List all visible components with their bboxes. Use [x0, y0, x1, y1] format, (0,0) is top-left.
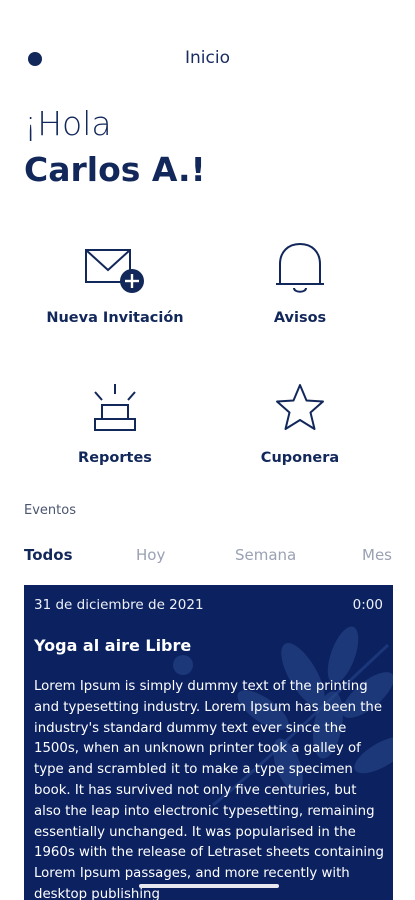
- reports-button[interactable]: Reportes: [20, 376, 210, 466]
- page-title: Inicio: [185, 48, 230, 68]
- events-section-title: Eventos: [24, 503, 76, 518]
- star-icon: [276, 384, 324, 430]
- tab-hoy[interactable]: Hoy: [136, 546, 165, 564]
- event-description: Lorem Ipsum is simply dummy text of the …: [34, 679, 384, 900]
- tab-semana[interactable]: Semana: [235, 546, 296, 564]
- new-invitation-button[interactable]: Nueva Invitación: [20, 236, 210, 326]
- notices-label: Avisos: [273, 310, 327, 326]
- event-time: 0:00: [352, 597, 383, 613]
- reports-label: Reportes: [78, 450, 152, 466]
- envelope-plus-icon: [85, 249, 144, 293]
- new-invitation-label: Nueva Invitación: [46, 310, 184, 326]
- home-screen: Inicio ¡Hola Carlos A.! Nueva Invitación…: [0, 0, 415, 900]
- home-indicator[interactable]: [139, 884, 279, 888]
- event-title: Yoga al aire Libre: [34, 636, 192, 655]
- event-date: 31 de diciembre de 2021: [34, 597, 204, 613]
- greeting-user-name: Carlos A.!: [24, 150, 206, 189]
- top-bar: Inicio: [0, 38, 415, 78]
- notices-button[interactable]: Avisos: [205, 236, 395, 326]
- bell-icon: [276, 242, 324, 293]
- event-card[interactable]: 31 de diciembre de 2021 0:00 Yoga al air…: [24, 585, 393, 900]
- coupons-button[interactable]: Cuponera: [205, 376, 395, 466]
- tab-mes[interactable]: Mes: [362, 546, 392, 564]
- events-tabs: Todos Hoy Semana Mes: [0, 546, 415, 568]
- coupons-label: Cuponera: [260, 450, 340, 466]
- tab-todos[interactable]: Todos: [24, 546, 73, 564]
- alarm-light-icon: [94, 384, 136, 431]
- greeting-salutation: ¡Hola: [24, 104, 112, 143]
